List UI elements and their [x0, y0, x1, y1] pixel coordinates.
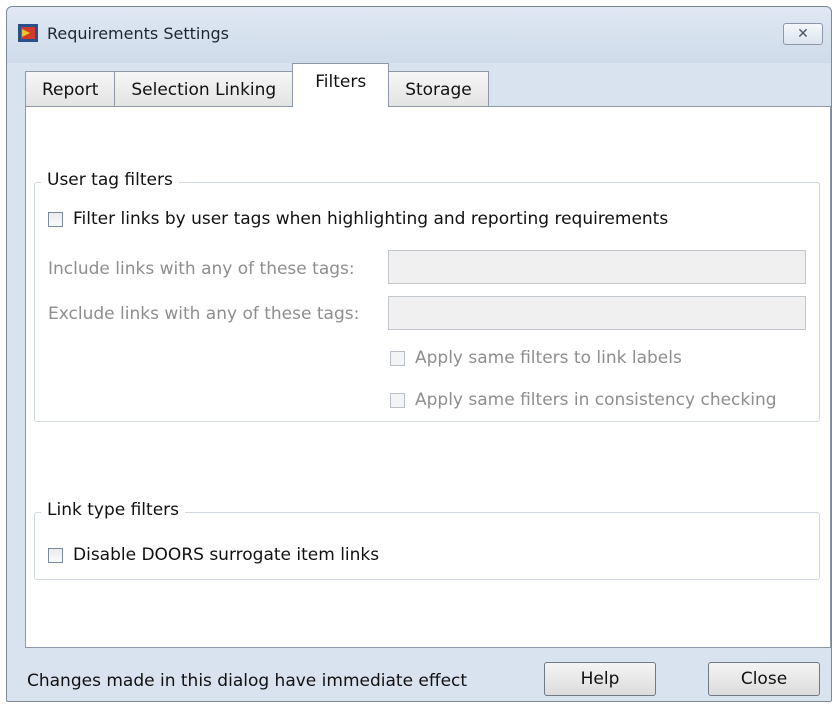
apply-to-labels-checkbox[interactable] [390, 350, 405, 366]
requirements-settings-dialog: Requirements Settings ✕ Report Selection… [6, 6, 832, 702]
user-tag-filters-group: User tag filters Filter links by user ta… [34, 170, 820, 422]
filters-panel: User tag filters Filter links by user ta… [25, 106, 831, 648]
link-type-filters-title: Link type filters [41, 500, 185, 520]
window-close-button[interactable]: ✕ [783, 23, 823, 45]
user-tag-filters-title: User tag filters [41, 170, 179, 190]
tab-bar: Report Selection Linking Filters Storage [25, 63, 489, 107]
exclude-tags-input[interactable] [388, 296, 806, 330]
filter-by-tags-label: Filter links by user tags when highlight… [73, 209, 669, 229]
link-type-filters-group: Link type filters Disable DOORS surrogat… [34, 500, 820, 580]
tab-report[interactable]: Report [25, 71, 116, 107]
tab-filters[interactable]: Filters [292, 63, 390, 107]
disable-doors-row[interactable]: Disable DOORS surrogate item links [48, 545, 379, 565]
apply-to-labels-row[interactable]: Apply same filters to link labels [390, 348, 682, 368]
close-button[interactable]: Close [708, 662, 820, 696]
filter-by-tags-row[interactable]: Filter links by user tags when highlight… [48, 209, 668, 229]
tab-storage[interactable]: Storage [388, 71, 489, 107]
disable-doors-label: Disable DOORS surrogate item links [73, 545, 380, 565]
include-tags-label: Include links with any of these tags: [48, 259, 355, 279]
apply-to-consistency-row[interactable]: Apply same filters in consistency checki… [390, 390, 777, 410]
include-tags-input[interactable] [388, 250, 806, 284]
disable-doors-checkbox[interactable] [48, 547, 63, 563]
exclude-tags-label: Exclude links with any of these tags: [48, 304, 360, 324]
close-icon: ✕ [797, 26, 809, 42]
app-icon [18, 24, 38, 42]
filter-by-tags-checkbox[interactable] [48, 211, 63, 227]
window-title: Requirements Settings [47, 24, 229, 43]
apply-to-labels-label: Apply same filters to link labels [415, 348, 682, 368]
apply-to-consistency-checkbox[interactable] [390, 392, 405, 408]
status-message: Changes made in this dialog have immedia… [27, 671, 468, 691]
tab-selection-linking[interactable]: Selection Linking [114, 71, 294, 107]
help-button[interactable]: Help [544, 662, 656, 696]
apply-to-consistency-label: Apply same filters in consistency checki… [415, 390, 777, 410]
title-bar[interactable]: Requirements Settings ✕ [7, 7, 831, 63]
